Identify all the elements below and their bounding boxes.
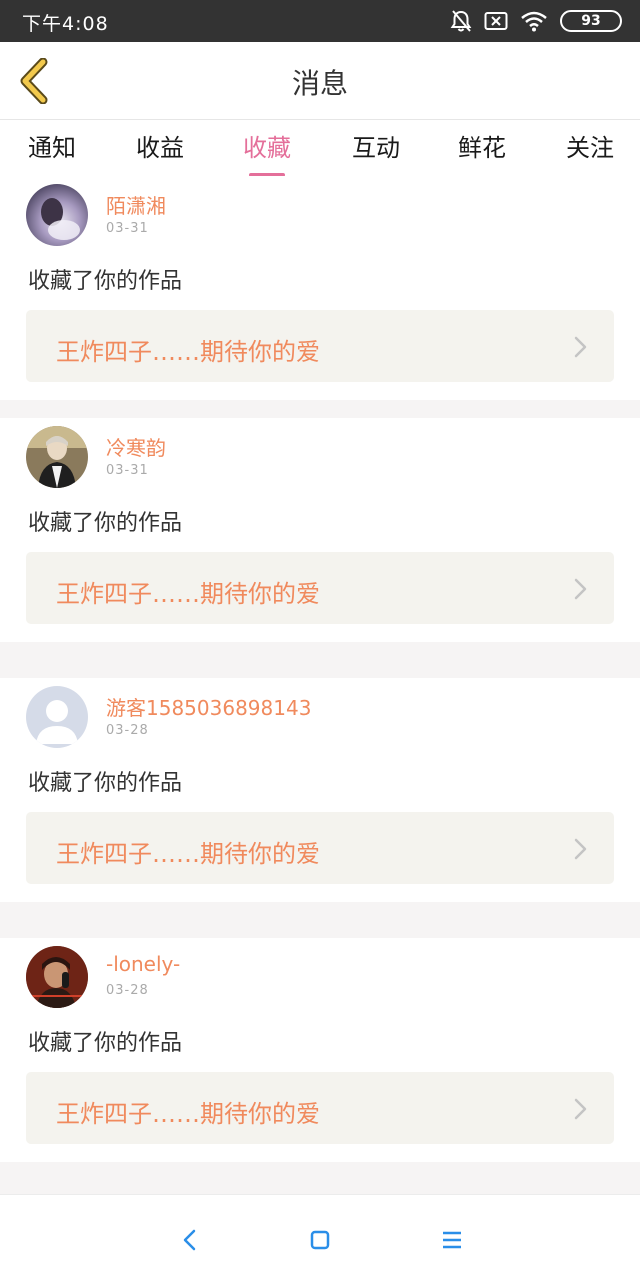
tab-following[interactable]: 关注: [564, 128, 616, 163]
home-icon: [310, 1230, 330, 1250]
bell-off-icon: [450, 9, 472, 33]
action-text: 收藏了你的作品: [28, 1031, 183, 1056]
tab-interactions[interactable]: 互动: [350, 128, 402, 163]
work-title: 王炸四子……期待你的爱: [56, 580, 320, 608]
work-title: 王炸四子……期待你的爱: [56, 338, 320, 366]
work-link[interactable]: 王炸四子……期待你的爱: [26, 310, 614, 382]
system-navigation-bar: [0, 1194, 640, 1280]
message-date: 03-28: [106, 983, 149, 998]
avatar[interactable]: [26, 686, 88, 748]
username[interactable]: 陌潇湘: [106, 190, 166, 219]
work-title: 王炸四子……期待你的爱: [56, 840, 320, 868]
status-bar: 下午4:08 93: [0, 0, 640, 42]
chevron-right-icon: [574, 578, 587, 600]
work-link[interactable]: 王炸四子……期待你的爱: [26, 552, 614, 624]
chevron-right-icon: [574, 838, 587, 860]
action-text: 收藏了你的作品: [28, 771, 183, 796]
message-card: -lonely- 03-28 收藏了你的作品 王炸四子……期待你的爱: [0, 938, 640, 1162]
action-text: 收藏了你的作品: [28, 269, 183, 294]
message-date: 03-31: [106, 463, 149, 478]
tab-favorites[interactable]: 收藏: [242, 128, 292, 177]
message-list: 陌潇湘 03-31 收藏了你的作品 王炸四子……期待你的爱 冷寒韵 03-31 …: [0, 176, 640, 1194]
action-text: 收藏了你的作品: [28, 511, 183, 536]
navigation-bar: 消息: [0, 42, 640, 120]
tab-favorites-label: 收藏: [243, 134, 291, 162]
message-card: 冷寒韵 03-31 收藏了你的作品 王炸四子……期待你的爱: [0, 418, 640, 642]
message-card: 游客1585036898143 03-28 收藏了你的作品 王炸四子……期待你的…: [0, 678, 640, 902]
chevron-right-icon: [574, 336, 587, 358]
avatar[interactable]: [26, 946, 88, 1008]
work-link[interactable]: 王炸四子……期待你的爱: [26, 812, 614, 884]
message-date: 03-28: [106, 723, 149, 738]
message-card: 陌潇湘 03-31 收藏了你的作品 王炸四子……期待你的爱: [0, 176, 640, 400]
username[interactable]: -lonely-: [106, 952, 180, 976]
avatar[interactable]: [26, 426, 88, 488]
message-date: 03-31: [106, 221, 149, 236]
system-back-button[interactable]: [174, 1225, 204, 1255]
tab-bar: 通知 收益 收藏 互动 鲜花 关注: [0, 120, 640, 177]
tab-earnings[interactable]: 收益: [134, 128, 186, 163]
tab-flowers[interactable]: 鲜花: [456, 128, 508, 163]
wifi-icon: [520, 10, 548, 32]
battery-indicator: 93: [560, 10, 622, 32]
system-menu-button[interactable]: [437, 1225, 467, 1255]
back-icon: [183, 1229, 196, 1251]
username[interactable]: 游客1585036898143: [106, 692, 311, 721]
avatar[interactable]: [26, 184, 88, 246]
tab-notifications[interactable]: 通知: [26, 128, 78, 163]
sim-x-icon: [484, 11, 508, 31]
status-icons: 93: [450, 8, 622, 34]
menu-icon: [443, 1231, 461, 1249]
chevron-right-icon: [574, 1098, 587, 1120]
status-time: 下午4:08: [22, 13, 109, 35]
work-title: 王炸四子……期待你的爱: [56, 1100, 320, 1128]
work-link[interactable]: 王炸四子……期待你的爱: [26, 1072, 614, 1144]
page-title: 消息: [291, 67, 348, 100]
system-home-button[interactable]: [305, 1225, 335, 1255]
username[interactable]: 冷寒韵: [106, 432, 166, 461]
